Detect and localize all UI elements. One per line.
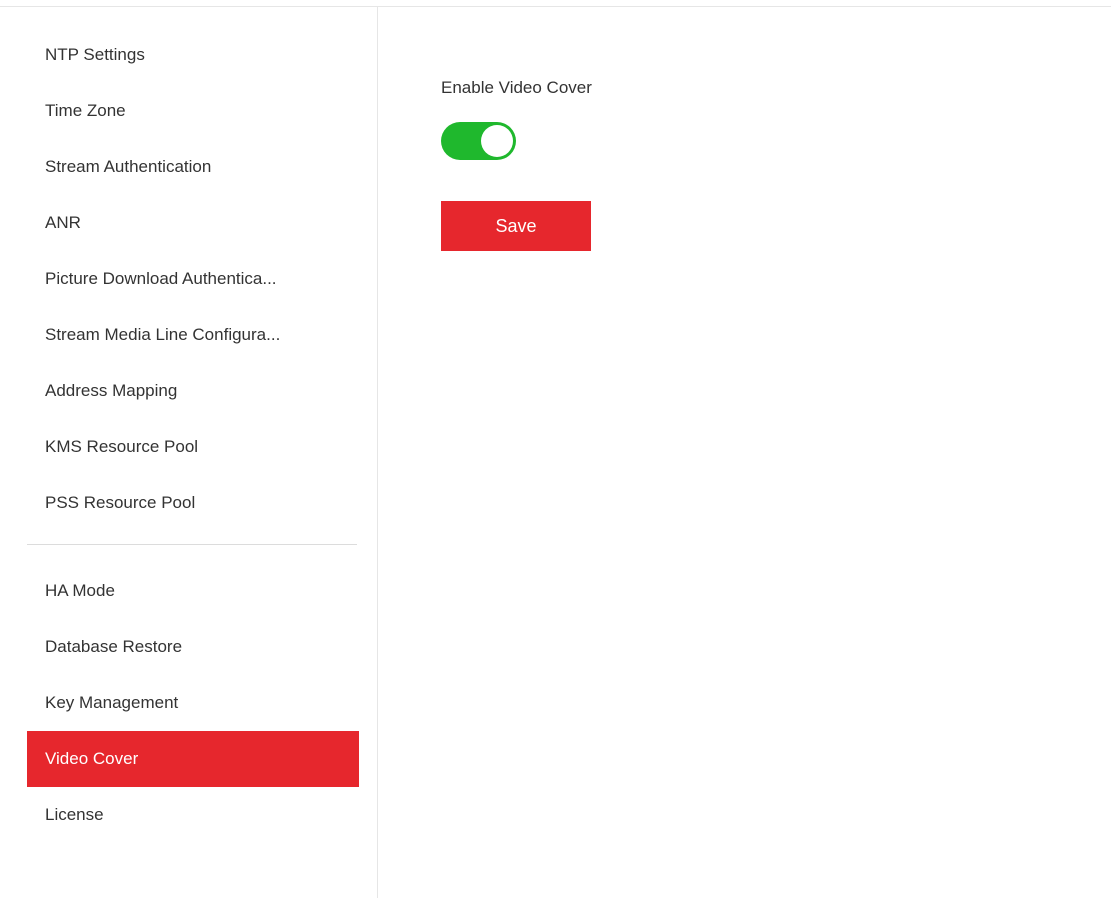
sidebar-item-kms-resource-pool[interactable]: KMS Resource Pool: [27, 419, 359, 475]
toggle-knob: [481, 125, 513, 157]
sidebar-item-time-zone[interactable]: Time Zone: [27, 83, 359, 139]
sidebar-item-pss-resource-pool[interactable]: PSS Resource Pool: [27, 475, 359, 531]
sidebar-item-ntp-settings[interactable]: NTP Settings: [27, 27, 359, 83]
sidebar-item-picture-download-authentication[interactable]: Picture Download Authentica...: [27, 251, 359, 307]
nav-group-system: NTP Settings Time Zone Stream Authentica…: [27, 27, 359, 531]
sidebar-item-license[interactable]: License: [27, 787, 359, 843]
sidebar-item-anr[interactable]: ANR: [27, 195, 359, 251]
sidebar: NTP Settings Time Zone Stream Authentica…: [0, 7, 378, 898]
sidebar-divider: [27, 544, 357, 545]
sidebar-item-address-mapping[interactable]: Address Mapping: [27, 363, 359, 419]
sidebar-item-video-cover[interactable]: Video Cover: [27, 731, 359, 787]
enable-video-cover-toggle[interactable]: [441, 122, 516, 160]
sidebar-item-database-restore[interactable]: Database Restore: [27, 619, 359, 675]
sidebar-item-stream-media-line-configuration[interactable]: Stream Media Line Configura...: [27, 307, 359, 363]
save-button[interactable]: Save: [441, 201, 591, 251]
enable-video-cover-label: Enable Video Cover: [441, 78, 592, 97]
sidebar-item-stream-authentication[interactable]: Stream Authentication: [27, 139, 359, 195]
sidebar-item-key-management[interactable]: Key Management: [27, 675, 359, 731]
sidebar-item-ha-mode[interactable]: HA Mode: [27, 563, 359, 619]
nav-group-maintenance: HA Mode Database Restore Key Management …: [27, 563, 359, 843]
